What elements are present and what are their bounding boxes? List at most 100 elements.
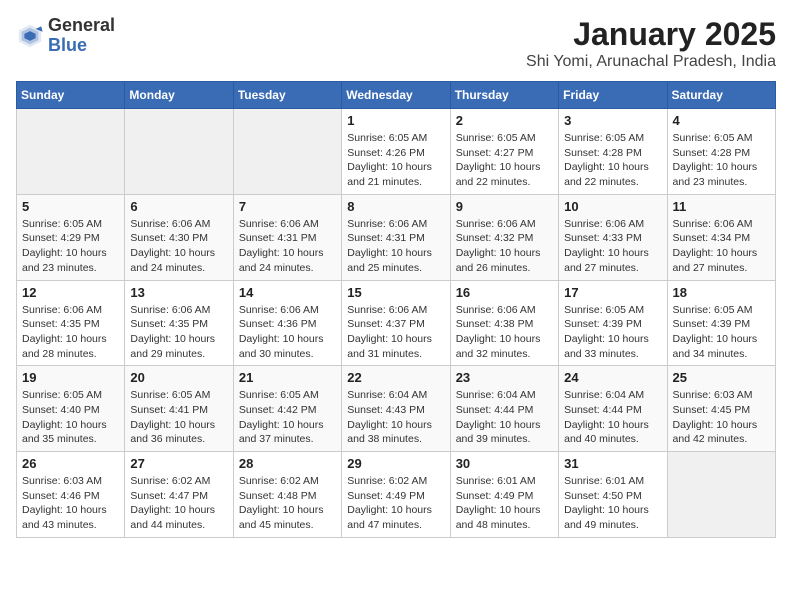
calendar-cell — [17, 109, 125, 195]
calendar-cell: 22Sunrise: 6:04 AMSunset: 4:43 PMDayligh… — [342, 366, 450, 452]
day-detail: Sunrise: 6:01 AMSunset: 4:49 PMDaylight:… — [456, 474, 553, 533]
calendar-cell: 31 Sunrise: 6:01 AMSunset: 4:50 PMDayligh… — [559, 452, 667, 538]
calendar-cell: 16 Sunrise: 6:06 AMSunset: 4:38 PMDayligh… — [450, 280, 558, 366]
calendar-cell: 27 Sunrise: 6:02 AMSunset: 4:47 PMDayligh… — [125, 452, 233, 538]
day-detail: Sunrise: 6:06 AMSunset: 4:30 PMDaylight:… — [130, 217, 227, 276]
day-number: 26 — [22, 456, 119, 471]
page-subtitle: Shi Yomi, Arunachal Pradesh, India — [526, 53, 776, 71]
day-detail: Sunrise: 6:04 AMSunset: 4:44 PMDaylight:… — [456, 388, 553, 447]
day-detail: Sunrise: 6:06 AMSunset: 4:31 PMDaylight:… — [239, 217, 336, 276]
calendar-cell: 13Sunrise: 6:06 AMSunset: 4:35 PMDayligh… — [125, 280, 233, 366]
calendar-cell — [233, 109, 341, 195]
calendar-cell: 10 Sunrise: 6:06 AMSunset: 4:33 PMDayligh… — [559, 194, 667, 280]
day-number: 11 — [673, 199, 770, 214]
day-detail: Sunrise: 6:05 AMSunset: 4:39 PMDaylight:… — [673, 303, 770, 362]
day-number: 27 — [130, 456, 227, 471]
calendar-cell: 20Sunrise: 6:05 AMSunset: 4:41 PMDayligh… — [125, 366, 233, 452]
calendar-cell: 26 Sunrise: 6:03 AMSunset: 4:46 PMDayligh… — [17, 452, 125, 538]
day-detail: Sunrise: 6:05 AMSunset: 4:26 PMDaylight:… — [347, 131, 444, 190]
logo: General Blue — [16, 16, 115, 56]
calendar-cell: 9 Sunrise: 6:06 AMSunset: 4:32 PMDaylight… — [450, 194, 558, 280]
header: General Blue January 2025 Shi Yomi, Arun… — [16, 16, 776, 71]
calendar-cell: 15 Sunrise: 6:06 AMSunset: 4:37 PMDayligh… — [342, 280, 450, 366]
day-number: 25 — [673, 370, 770, 385]
weekday-header: Monday — [125, 82, 233, 109]
day-number: 3 — [564, 113, 661, 128]
calendar-week-row: 19Sunrise: 6:05 AMSunset: 4:40 PMDayligh… — [17, 366, 776, 452]
logo-blue-text: Blue — [48, 35, 87, 55]
day-detail: Sunrise: 6:05 AMSunset: 4:40 PMDaylight:… — [22, 388, 119, 447]
day-detail: Sunrise: 6:06 AMSunset: 4:33 PMDaylight:… — [564, 217, 661, 276]
calendar-week-row: 5 Sunrise: 6:05 AMSunset: 4:29 PMDaylight… — [17, 194, 776, 280]
weekday-header: Tuesday — [233, 82, 341, 109]
day-detail: Sunrise: 6:05 AMSunset: 4:41 PMDaylight:… — [130, 388, 227, 447]
calendar-week-row: 26 Sunrise: 6:03 AMSunset: 4:46 PMDayligh… — [17, 452, 776, 538]
day-number: 29 — [347, 456, 444, 471]
calendar-cell: 24 Sunrise: 6:04 AMSunset: 4:44 PMDayligh… — [559, 366, 667, 452]
calendar-cell: 5 Sunrise: 6:05 AMSunset: 4:29 PMDaylight… — [17, 194, 125, 280]
day-detail: Sunrise: 6:02 AMSunset: 4:49 PMDaylight:… — [347, 474, 444, 533]
day-number: 31 — [564, 456, 661, 471]
calendar-cell: 14 Sunrise: 6:06 AMSunset: 4:36 PMDayligh… — [233, 280, 341, 366]
calendar-cell: 11 Sunrise: 6:06 AMSunset: 4:34 PMDayligh… — [667, 194, 775, 280]
day-detail: Sunrise: 6:01 AMSunset: 4:50 PMDaylight:… — [564, 474, 661, 533]
calendar-week-row: 1 Sunrise: 6:05 AMSunset: 4:26 PMDaylight… — [17, 109, 776, 195]
calendar-cell: 3Sunrise: 6:05 AMSunset: 4:28 PMDaylight… — [559, 109, 667, 195]
weekday-header: Friday — [559, 82, 667, 109]
day-number: 23 — [456, 370, 553, 385]
day-detail: Sunrise: 6:05 AMSunset: 4:28 PMDaylight:… — [673, 131, 770, 190]
weekday-header: Wednesday — [342, 82, 450, 109]
day-number: 22 — [347, 370, 444, 385]
calendar-cell: 23 Sunrise: 6:04 AMSunset: 4:44 PMDayligh… — [450, 366, 558, 452]
day-detail: Sunrise: 6:06 AMSunset: 4:36 PMDaylight:… — [239, 303, 336, 362]
day-number: 16 — [456, 285, 553, 300]
day-detail: Sunrise: 6:06 AMSunset: 4:32 PMDaylight:… — [456, 217, 553, 276]
day-detail: Sunrise: 6:03 AMSunset: 4:46 PMDaylight:… — [22, 474, 119, 533]
title-area: January 2025 Shi Yomi, Arunachal Pradesh… — [526, 16, 776, 71]
day-number: 9 — [456, 199, 553, 214]
logo-general-text: General — [48, 15, 115, 35]
logo-icon — [16, 22, 44, 50]
calendar-cell: 12Sunrise: 6:06 AMSunset: 4:35 PMDayligh… — [17, 280, 125, 366]
day-detail: Sunrise: 6:06 AMSunset: 4:35 PMDaylight:… — [130, 303, 227, 362]
day-number: 10 — [564, 199, 661, 214]
day-detail: Sunrise: 6:06 AMSunset: 4:31 PMDaylight:… — [347, 217, 444, 276]
day-detail: Sunrise: 6:05 AMSunset: 4:42 PMDaylight:… — [239, 388, 336, 447]
day-number: 15 — [347, 285, 444, 300]
calendar-cell: 2Sunrise: 6:05 AMSunset: 4:27 PMDaylight… — [450, 109, 558, 195]
calendar-cell: 18Sunrise: 6:05 AMSunset: 4:39 PMDayligh… — [667, 280, 775, 366]
day-detail: Sunrise: 6:02 AMSunset: 4:48 PMDaylight:… — [239, 474, 336, 533]
weekday-header: Thursday — [450, 82, 558, 109]
calendar-header: SundayMondayTuesdayWednesdayThursdayFrid… — [17, 82, 776, 109]
calendar-table: SundayMondayTuesdayWednesdayThursdayFrid… — [16, 81, 776, 538]
day-number: 17 — [564, 285, 661, 300]
calendar-body: 1 Sunrise: 6:05 AMSunset: 4:26 PMDaylight… — [17, 109, 776, 538]
calendar-cell: 21 Sunrise: 6:05 AMSunset: 4:42 PMDayligh… — [233, 366, 341, 452]
day-number: 21 — [239, 370, 336, 385]
day-detail: Sunrise: 6:06 AMSunset: 4:35 PMDaylight:… — [22, 303, 119, 362]
calendar-cell: 28 Sunrise: 6:02 AMSunset: 4:48 PMDayligh… — [233, 452, 341, 538]
day-number: 24 — [564, 370, 661, 385]
calendar-cell: 17Sunrise: 6:05 AMSunset: 4:39 PMDayligh… — [559, 280, 667, 366]
page-title: January 2025 — [526, 16, 776, 53]
day-detail: Sunrise: 6:06 AMSunset: 4:38 PMDaylight:… — [456, 303, 553, 362]
day-detail: Sunrise: 6:03 AMSunset: 4:45 PMDaylight:… — [673, 388, 770, 447]
calendar-cell: 30 Sunrise: 6:01 AMSunset: 4:49 PMDayligh… — [450, 452, 558, 538]
day-number: 14 — [239, 285, 336, 300]
day-number: 30 — [456, 456, 553, 471]
day-number: 6 — [130, 199, 227, 214]
calendar-cell: 1 Sunrise: 6:05 AMSunset: 4:26 PMDaylight… — [342, 109, 450, 195]
calendar-cell: 19Sunrise: 6:05 AMSunset: 4:40 PMDayligh… — [17, 366, 125, 452]
day-detail: Sunrise: 6:05 AMSunset: 4:29 PMDaylight:… — [22, 217, 119, 276]
day-number: 8 — [347, 199, 444, 214]
day-number: 5 — [22, 199, 119, 214]
day-detail: Sunrise: 6:06 AMSunset: 4:37 PMDaylight:… — [347, 303, 444, 362]
day-detail: Sunrise: 6:02 AMSunset: 4:47 PMDaylight:… — [130, 474, 227, 533]
weekday-header: Saturday — [667, 82, 775, 109]
calendar-cell — [667, 452, 775, 538]
day-number: 28 — [239, 456, 336, 471]
day-detail: Sunrise: 6:06 AMSunset: 4:34 PMDaylight:… — [673, 217, 770, 276]
day-number: 1 — [347, 113, 444, 128]
calendar-cell — [125, 109, 233, 195]
day-detail: Sunrise: 6:04 AMSunset: 4:44 PMDaylight:… — [564, 388, 661, 447]
